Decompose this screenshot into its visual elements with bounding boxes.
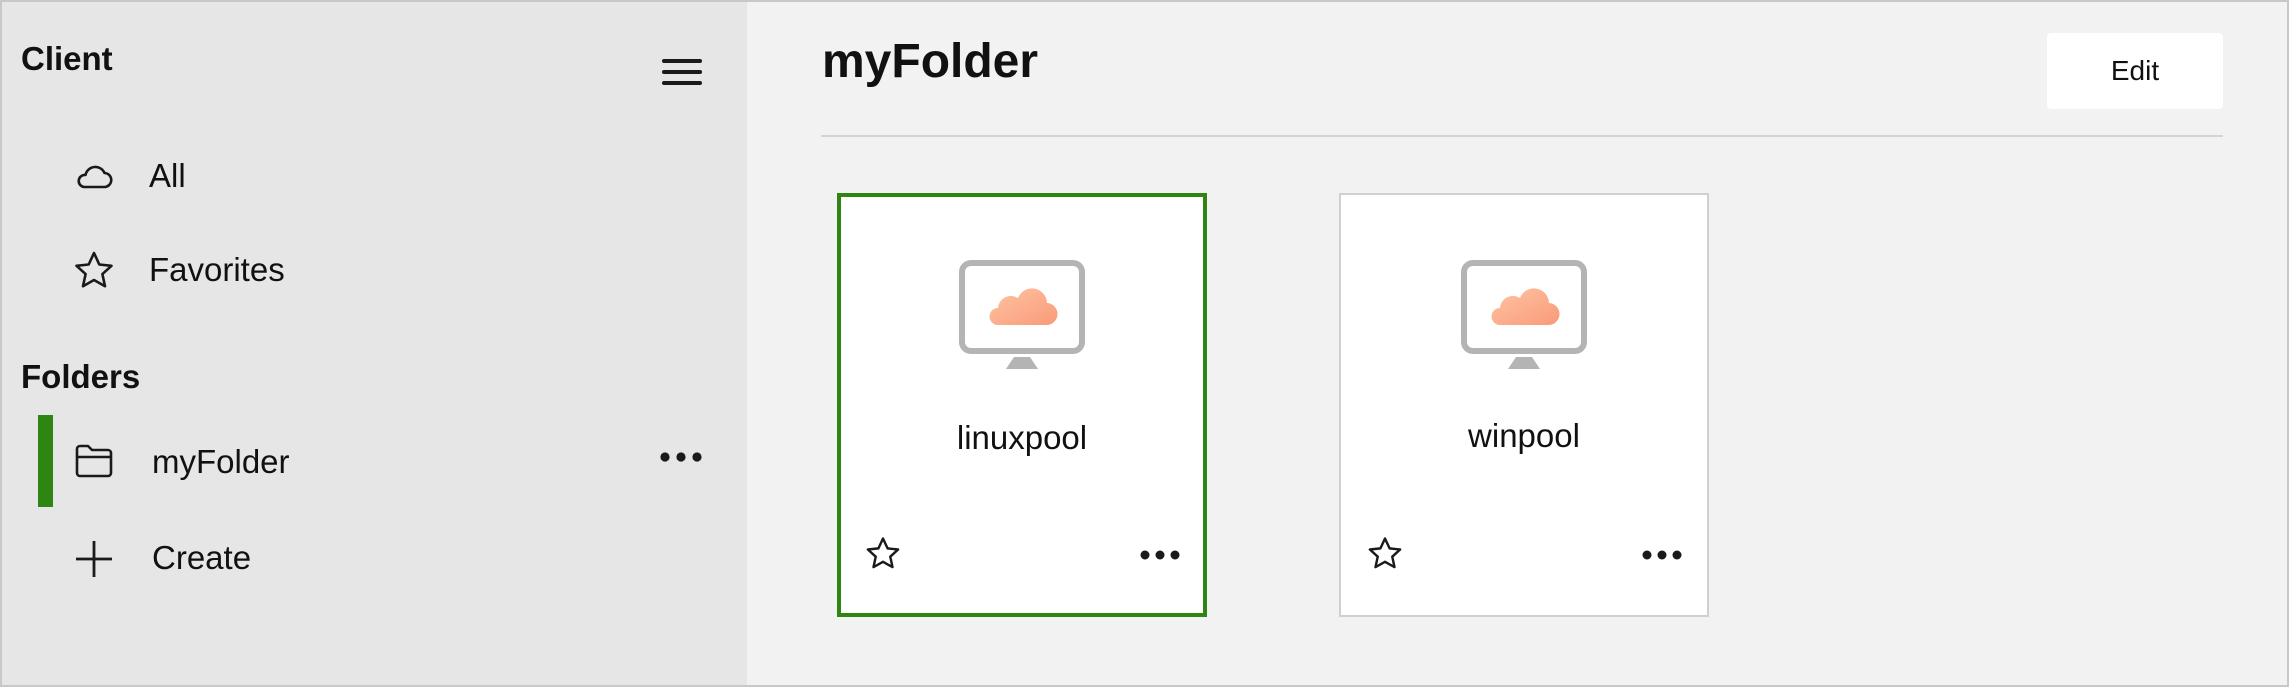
selected-indicator bbox=[38, 415, 53, 507]
folder-icon bbox=[75, 444, 113, 478]
star-icon bbox=[75, 251, 113, 288]
desktop-card-linuxpool[interactable]: linuxpool bbox=[837, 193, 1207, 617]
sidebar-item-all[interactable]: All bbox=[2, 135, 747, 215]
more-options-icon[interactable] bbox=[658, 445, 704, 469]
desktop-name: linuxpool bbox=[956, 419, 1088, 456]
create-folder-button[interactable]: Create bbox=[2, 517, 747, 597]
more-options-icon[interactable] bbox=[1640, 544, 1684, 566]
desktop-cloud-icon bbox=[959, 260, 1085, 369]
divider bbox=[821, 135, 2223, 137]
create-label: Create bbox=[152, 539, 252, 576]
sidebar-folder-myfolder[interactable]: myFolder bbox=[2, 415, 747, 507]
sidebar-item-label: All bbox=[149, 157, 186, 194]
edit-button[interactable]: Edit bbox=[2047, 33, 2223, 109]
menu-icon[interactable] bbox=[662, 57, 702, 87]
sidebar-title: Client bbox=[21, 40, 113, 77]
sidebar: Client All Favorites Folders myFolder Cr… bbox=[2, 2, 747, 685]
sidebar-item-label: Favorites bbox=[149, 251, 285, 288]
sidebar-item-favorites[interactable]: Favorites bbox=[2, 229, 747, 309]
favorite-star-icon[interactable] bbox=[864, 535, 902, 573]
desktop-cloud-icon bbox=[1461, 260, 1587, 369]
main-content: myFolder Edit linuxpool winpool bbox=[747, 2, 2287, 685]
desktop-name: winpool bbox=[1468, 417, 1580, 454]
favorite-star-icon[interactable] bbox=[1366, 535, 1404, 573]
more-options-icon[interactable] bbox=[1138, 544, 1182, 566]
page-title: myFolder bbox=[822, 35, 1039, 88]
sidebar-folder-label: myFolder bbox=[152, 443, 290, 480]
plus-icon bbox=[76, 541, 112, 577]
app-window: Client All Favorites Folders myFolder Cr… bbox=[0, 0, 2289, 687]
cloud-icon bbox=[77, 165, 113, 189]
folders-heading: Folders bbox=[21, 358, 141, 395]
desktop-card-winpool[interactable]: winpool bbox=[1339, 193, 1709, 617]
